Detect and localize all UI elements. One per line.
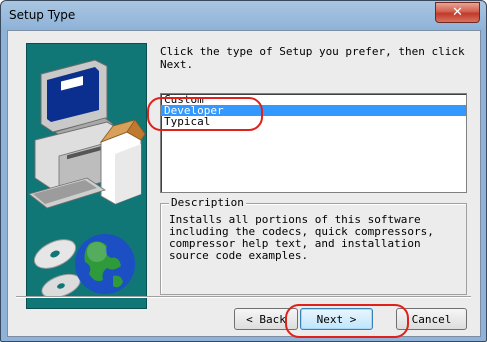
button-divider bbox=[16, 296, 471, 298]
option-typical[interactable]: Typical bbox=[161, 116, 466, 127]
description-legend: Description bbox=[169, 196, 246, 209]
listbox-empty-area bbox=[162, 131, 465, 191]
description-group: Description Installs all portions of thi… bbox=[160, 196, 467, 295]
cancel-button[interactable]: Cancel bbox=[396, 308, 467, 330]
title-bar[interactable]: Setup Type ✕ bbox=[1, 1, 486, 31]
close-button[interactable]: ✕ bbox=[435, 2, 480, 23]
globe-icon bbox=[75, 234, 135, 294]
instruction-text: Click the type of Setup you prefer, then… bbox=[160, 45, 465, 71]
cd-disc-icon bbox=[33, 239, 81, 299]
setup-type-listbox[interactable]: Custom Developer Typical bbox=[160, 93, 467, 193]
setup-illustration bbox=[26, 43, 147, 309]
setup-type-dialog: Setup Type ✕ Click the type of Setup you… bbox=[0, 0, 487, 342]
window-title: Setup Type bbox=[9, 8, 76, 22]
dialog-body: Click the type of Setup you prefer, then… bbox=[7, 30, 481, 337]
cd-globe-illustration bbox=[33, 234, 135, 299]
description-text: Installs all portions of this software i… bbox=[169, 213, 434, 262]
close-icon: ✕ bbox=[452, 5, 463, 20]
back-button[interactable]: < Back bbox=[234, 308, 298, 330]
next-button[interactable]: Next > bbox=[300, 308, 373, 330]
